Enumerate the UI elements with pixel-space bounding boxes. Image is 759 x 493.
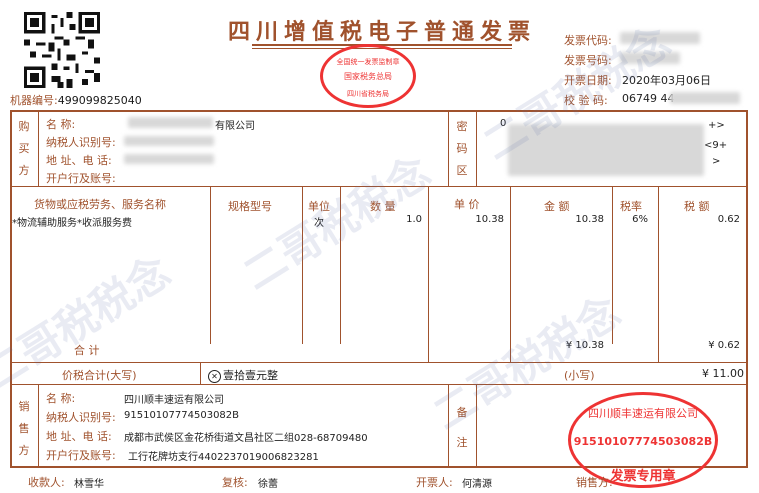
remark-inner-divider [476, 384, 477, 468]
item-qty: 1.0 [406, 214, 422, 225]
remark-label: 备注 [456, 406, 468, 449]
seller-address-value: 成都市武侯区金花桥街道文昌社区二组028-68709480 [124, 433, 368, 444]
sum-upper-text: 壹拾壹元整 [223, 369, 278, 382]
seal-line-2: 国家税务总局 [344, 72, 392, 81]
buyer-side-divider [38, 110, 39, 186]
check-code: 06749 44 [622, 92, 675, 105]
col-rate-divider [612, 186, 613, 344]
cipher-area-label: 密码区 [456, 120, 468, 177]
buyer-name-value: 有限公司 [215, 121, 255, 132]
col-qty-divider [340, 186, 341, 344]
total-amount: ¥ 10.38 [565, 340, 604, 351]
buyer-name-label: 名 称: [46, 118, 76, 131]
col-tax-divider [658, 186, 659, 362]
seller-bank-value: 工行花牌坊支行4402237019006823281 [128, 452, 319, 463]
date-label: 开票日期: [564, 74, 612, 87]
col-unit-divider [302, 186, 303, 344]
item-price: 10.38 [475, 214, 504, 225]
total-label: 合 计 [74, 344, 100, 357]
seller-tax-id-value: 91510107774503082B [124, 410, 240, 421]
sum-label-divider [200, 362, 201, 384]
seller-bank-label: 开户行及账号: [46, 449, 116, 462]
redacted-invoice-no [620, 52, 680, 64]
sum-lower-label: (小写) [564, 369, 595, 382]
buyer-address-label: 地 址、电 话: [46, 154, 112, 167]
supervision-seal: 全国统一发票监制章 国家税务总局 四川省税务局 [320, 44, 416, 108]
col-header-name: 货物或应税劳务、服务名称 [34, 198, 166, 211]
total-tax: ¥ 0.62 [708, 340, 740, 351]
seal-tax-number: 91510107774503082B [573, 435, 713, 448]
buyer-side-label: 购买方 [18, 120, 30, 177]
col-header-unit: 单位 [308, 200, 330, 213]
seller-sign-label: 销售方: [576, 476, 613, 489]
seller-address-label: 地 址、电 话: [46, 430, 112, 443]
cipher-inner-divider [476, 110, 477, 186]
buyer-tax-id-label: 纳税人识别号: [46, 136, 116, 149]
drawer-value: 何清源 [462, 479, 492, 490]
sum-lower-value: ¥ 11.00 [702, 367, 744, 380]
machine-value: 499099825040 [57, 94, 142, 107]
col-header-amount: 金 额 [544, 200, 570, 213]
redacted-cipher [508, 124, 704, 176]
col-header-rate: 税率 [620, 200, 642, 213]
sum-label: 价税合计(大写) [62, 369, 137, 382]
redacted-check-code [670, 92, 740, 104]
row-divider-items [10, 362, 748, 363]
machine-number: 机器编号:499099825040 [10, 92, 142, 108]
item-unit: 次 [314, 218, 324, 229]
buyer-bank-label: 开户行及账号: [46, 172, 116, 185]
qr-code [24, 12, 100, 88]
seller-side-label: 销售方 [18, 400, 30, 457]
col-amount-divider [510, 186, 511, 362]
col-header-price: 单 价 [454, 198, 480, 211]
invoice-title: 四川增值税电子普通发票 [228, 19, 537, 45]
col-header-spec: 规格型号 [228, 200, 272, 213]
check-code-label: 校 验 码: [564, 94, 608, 107]
reviewer-label: 复核: [222, 476, 248, 489]
machine-label: 机器编号: [10, 94, 58, 107]
cipher-fragment-1: 0 [500, 118, 507, 129]
item-name: *物流辅助服务*收派服务费 [12, 218, 132, 229]
row-divider-buyer [10, 186, 748, 187]
invoice-no-label: 发票号码: [564, 54, 612, 67]
invoice-date: 2020年03月06日 [622, 74, 711, 87]
cipher-left-divider [448, 110, 449, 186]
item-amount: 10.38 [575, 214, 604, 225]
drawer-label: 开票人: [416, 476, 453, 489]
reviewer-value: 徐蕾 [258, 479, 278, 490]
row-divider-sum [10, 384, 748, 385]
invoice-code-label: 发票代码: [564, 34, 612, 47]
seller-name-label: 名 称: [46, 392, 76, 405]
payee-value: 林雪华 [74, 479, 104, 490]
col-header-tax: 税 额 [684, 200, 710, 213]
cipher-fragment-3: <9+ [704, 140, 728, 151]
seller-side-divider [38, 384, 39, 468]
cipher-fragment-4: > [712, 156, 721, 167]
cross-circle-icon: ✕ [208, 369, 221, 383]
seal-line-3: 四川省税务局 [347, 90, 389, 98]
payee-label: 收款人: [28, 476, 65, 489]
cipher-fragment-2: +> [708, 120, 725, 131]
seller-tax-id-label: 纳税人识别号: [46, 411, 116, 424]
item-tax: 0.62 [717, 214, 740, 225]
seal-company-name: 四川顺丰速运有限公司 [588, 407, 698, 420]
item-rate: 6% [632, 214, 648, 225]
redacted-buyer-name [128, 117, 213, 128]
sum-upper: ✕ 壹拾壹元整 [208, 367, 278, 383]
redacted-buyer-tax-id [124, 136, 214, 146]
redacted-buyer-address [124, 154, 214, 164]
seller-name-value: 四川顺丰速运有限公司 [124, 395, 224, 406]
col-header-qty: 数 量 [370, 200, 396, 213]
remark-left-divider [448, 384, 449, 468]
redacted-invoice-code [620, 32, 700, 44]
col-spec-divider [210, 186, 211, 344]
col-price-divider [428, 186, 429, 362]
seal-line-1: 全国统一发票监制章 [336, 58, 400, 66]
